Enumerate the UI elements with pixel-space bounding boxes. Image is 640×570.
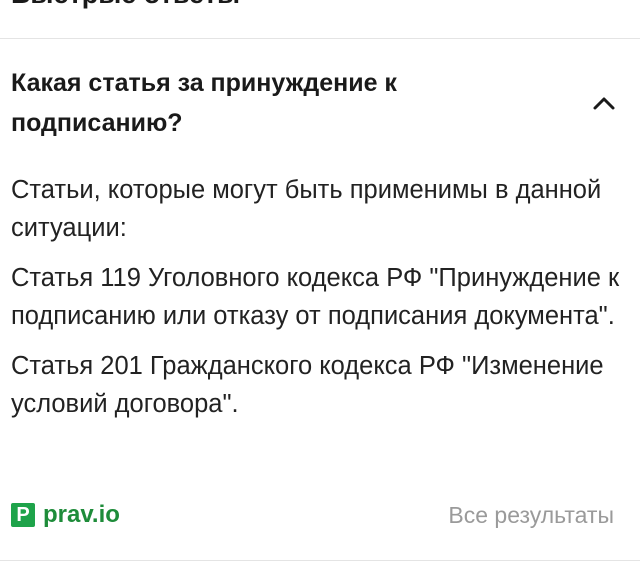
section-title: Быстрые ответы bbox=[11, 0, 240, 10]
question-toggle[interactable]: Какая статья за принуждение к подписанию… bbox=[11, 63, 551, 143]
source-link[interactable]: P prav.io bbox=[11, 499, 120, 531]
all-results-link[interactable]: Все результаты bbox=[448, 499, 614, 531]
answer-paragraph: Статья 201 Гражданского кодекса РФ "Изме… bbox=[11, 352, 604, 418]
qa-card: Какая статья за принуждение к подписанию… bbox=[0, 39, 640, 560]
prav-logo-icon: P bbox=[11, 503, 35, 527]
chevron-up-icon[interactable] bbox=[590, 93, 618, 113]
answer-paragraph: Статьи, которые могут быть применимы в д… bbox=[11, 176, 602, 242]
source-name: prav.io bbox=[43, 501, 120, 528]
divider-bottom bbox=[0, 560, 640, 561]
answer-body: Статьи, которые могут быть применимы в д… bbox=[11, 171, 626, 435]
quick-answers-page: Быстрые ответы Какая статья за принужден… bbox=[0, 0, 640, 570]
answer-paragraph: Статья 119 Уголовного кодекса РФ "Принуж… bbox=[11, 264, 620, 330]
